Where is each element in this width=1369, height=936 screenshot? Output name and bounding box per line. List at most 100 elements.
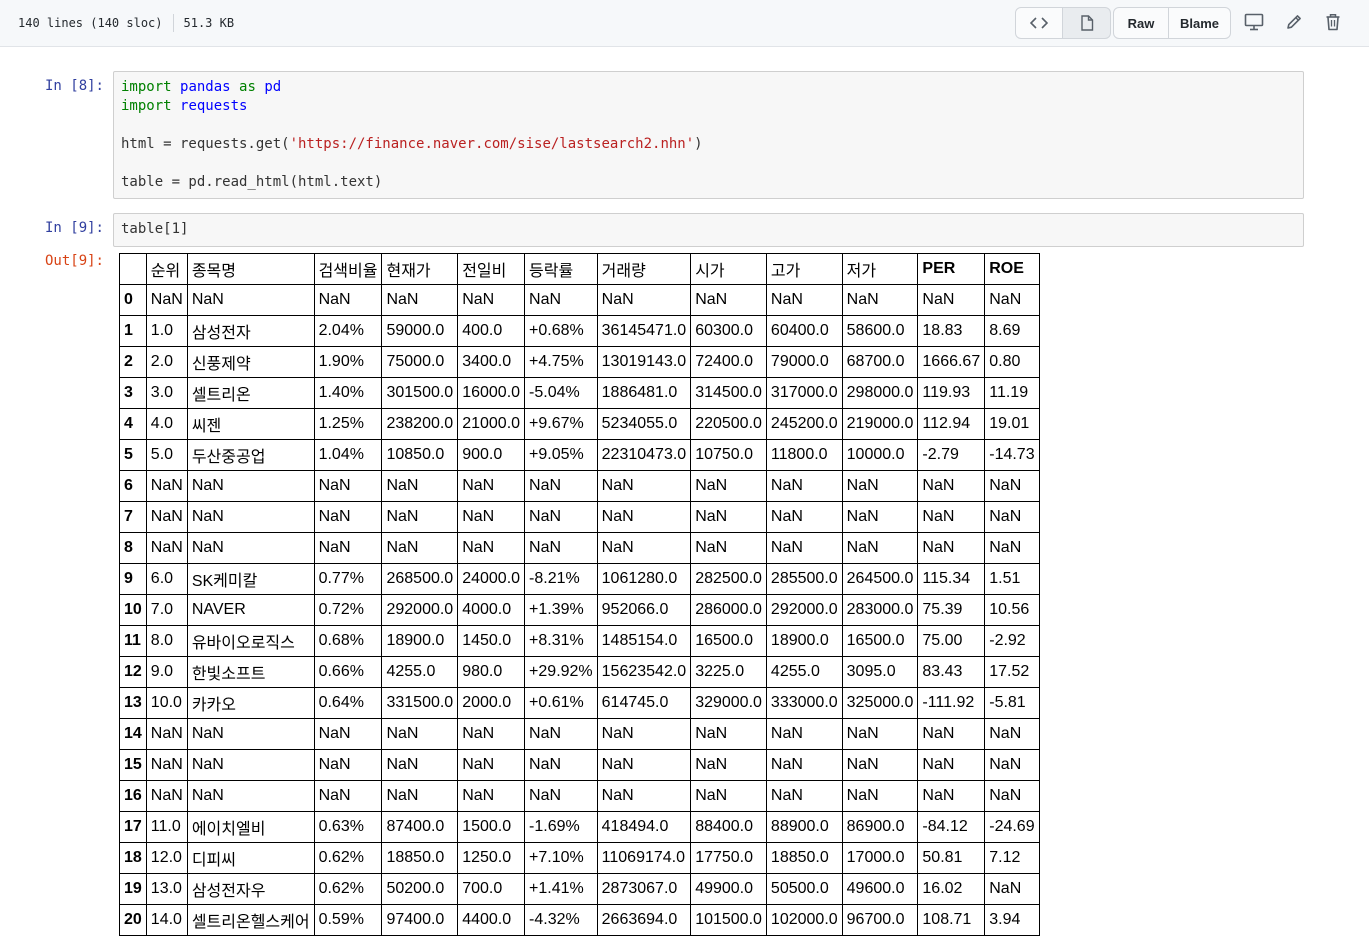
table-cell: NaN xyxy=(841,470,919,502)
table-row: 7 NaN NaN NaN NaN NaN NaN NaN NaN NaN NaN NaN NaN xyxy=(119,501,1040,533)
table-cell: NaN xyxy=(524,780,598,812)
table-cell: 1250.0 xyxy=(457,842,526,874)
file-view-button[interactable] xyxy=(1063,7,1111,39)
table-cell: 7.0 xyxy=(145,594,188,626)
table-cell: 19.01 xyxy=(984,408,1040,440)
table-cell: 신풍제약 xyxy=(186,346,315,378)
blame-button[interactable]: Blame xyxy=(1169,7,1231,39)
table-cell: 2000.0 xyxy=(457,687,526,719)
table-cell: NaN xyxy=(984,284,1040,316)
code-line-2: import requests xyxy=(121,97,1296,116)
table-cell: 두산중공업 xyxy=(186,439,315,471)
table-cell: NaN xyxy=(765,532,843,564)
table-cell: 219000.0 xyxy=(841,408,919,440)
table-cell: NaN xyxy=(917,718,986,750)
row-index: 0 xyxy=(119,284,147,316)
table-cell: 0.77% xyxy=(313,563,383,595)
column-header: 전일비 xyxy=(457,253,526,285)
cell-8-input[interactable]: import pandas as pd import requests html… xyxy=(113,71,1304,199)
table-cell: NaN xyxy=(917,780,986,812)
row-index: 16 xyxy=(119,780,147,812)
table-cell: 에이치엘비 xyxy=(186,811,315,843)
table-cell: NaN xyxy=(186,749,315,781)
column-header: 저가 xyxy=(841,253,919,285)
table-cell: -5.04% xyxy=(524,377,598,409)
line-count: 140 lines (140 sloc) xyxy=(18,16,163,30)
file-size: 51.3 KB xyxy=(183,16,235,30)
table-cell: 15623542.0 xyxy=(596,656,692,688)
code-view-button[interactable] xyxy=(1015,7,1063,39)
row-index: 8 xyxy=(119,532,147,564)
table-cell: NaN xyxy=(381,780,459,812)
desktop-icon xyxy=(1244,13,1264,31)
table-cell: NaN xyxy=(690,501,767,533)
table-cell: 셀트리온헬스케어 xyxy=(186,904,315,936)
table-cell: NaN xyxy=(984,780,1040,812)
table-cell: 17.52 xyxy=(984,656,1040,688)
table-cell: 1.51 xyxy=(984,563,1040,595)
table-cell: NaN xyxy=(765,718,843,750)
row-index: 15 xyxy=(119,749,147,781)
table-cell: 325000.0 xyxy=(841,687,919,719)
table-cell: NaN xyxy=(457,780,526,812)
table-cell: NaN xyxy=(145,532,188,564)
table-cell: 0.64% xyxy=(313,687,383,719)
desktop-button[interactable] xyxy=(1242,10,1266,34)
table-cell: 22310473.0 xyxy=(596,439,692,471)
table-cell: NaN xyxy=(690,470,767,502)
row-index: 10 xyxy=(119,594,147,626)
table-cell: NaN xyxy=(841,718,919,750)
table-cell: 60400.0 xyxy=(765,315,843,347)
table-cell: 2.0 xyxy=(145,346,188,378)
table-cell: NaN xyxy=(917,501,986,533)
table-cell: 0.80 xyxy=(984,346,1040,378)
table-cell: 11.0 xyxy=(145,811,188,843)
table-row: 11 8.0 유바이오로직스 0.68% 18900.0 1450.0 +8.31% 1485… xyxy=(119,625,1040,657)
divider xyxy=(172,14,174,32)
table-row: 5 5.0 두산중공업 1.04% 10850.0 900.0 +9.05% 22310473… xyxy=(119,439,1040,471)
column-header: 검색비율 xyxy=(313,253,383,285)
table-cell: -111.92 xyxy=(917,687,986,719)
column-header: 종목명 xyxy=(186,253,315,285)
column-header: 등락률 xyxy=(524,253,598,285)
table-cell: NaN xyxy=(457,470,526,502)
raw-button[interactable]: Raw xyxy=(1113,7,1169,39)
table-cell: 셀트리온 xyxy=(186,377,315,409)
table-cell: -2.92 xyxy=(984,625,1040,657)
table-cell: 카카오 xyxy=(186,687,315,719)
table-cell: 88400.0 xyxy=(690,811,767,843)
table-row: 0 NaN NaN NaN NaN NaN NaN NaN NaN NaN NaN NaN NaN xyxy=(119,284,1040,316)
table-cell: +8.31% xyxy=(524,625,598,657)
table-cell: -4.32% xyxy=(524,904,598,936)
table-cell: 2.04% xyxy=(313,315,383,347)
table-row: 15 NaN NaN NaN NaN NaN NaN NaN NaN NaN NaN NaN NaN xyxy=(119,749,1040,781)
cell-9-out-prompt: Out[9]: xyxy=(44,253,104,269)
table-cell: 18900.0 xyxy=(765,625,843,657)
table-cell: NaN xyxy=(457,532,526,564)
table-cell: NaN xyxy=(984,532,1040,564)
table-cell: 75.39 xyxy=(917,594,986,626)
table-cell: NaN xyxy=(145,284,188,316)
module-alias: pd xyxy=(264,79,282,95)
code-icon xyxy=(1030,17,1048,29)
table-cell: 0.68% xyxy=(313,625,383,657)
delete-button[interactable] xyxy=(1321,10,1345,34)
table-cell: SK케미칼 xyxy=(186,563,315,595)
table-cell: 49900.0 xyxy=(690,873,767,905)
edit-button[interactable] xyxy=(1282,10,1306,34)
table-cell: NaN xyxy=(457,718,526,750)
table-cell: -5.81 xyxy=(984,687,1040,719)
table-cell: -1.69% xyxy=(524,811,598,843)
table-cell: 14.0 xyxy=(145,904,188,936)
row-index: 4 xyxy=(119,408,147,440)
cell-9-input[interactable]: table[1] xyxy=(113,213,1304,247)
table-cell: NaN xyxy=(524,501,598,533)
table-cell: 9.0 xyxy=(145,656,188,688)
table-row: 20 14.0 셀트리온헬스케어 0.59% 97400.0 4400.0 -4.32% 26… xyxy=(119,904,1040,936)
table-cell: 59000.0 xyxy=(381,315,459,347)
table-cell: NaN xyxy=(596,532,692,564)
table-cell: 292000.0 xyxy=(381,594,459,626)
table-cell: 298000.0 xyxy=(841,377,919,409)
keyword: import xyxy=(121,79,172,95)
table-cell: 96700.0 xyxy=(841,904,919,936)
